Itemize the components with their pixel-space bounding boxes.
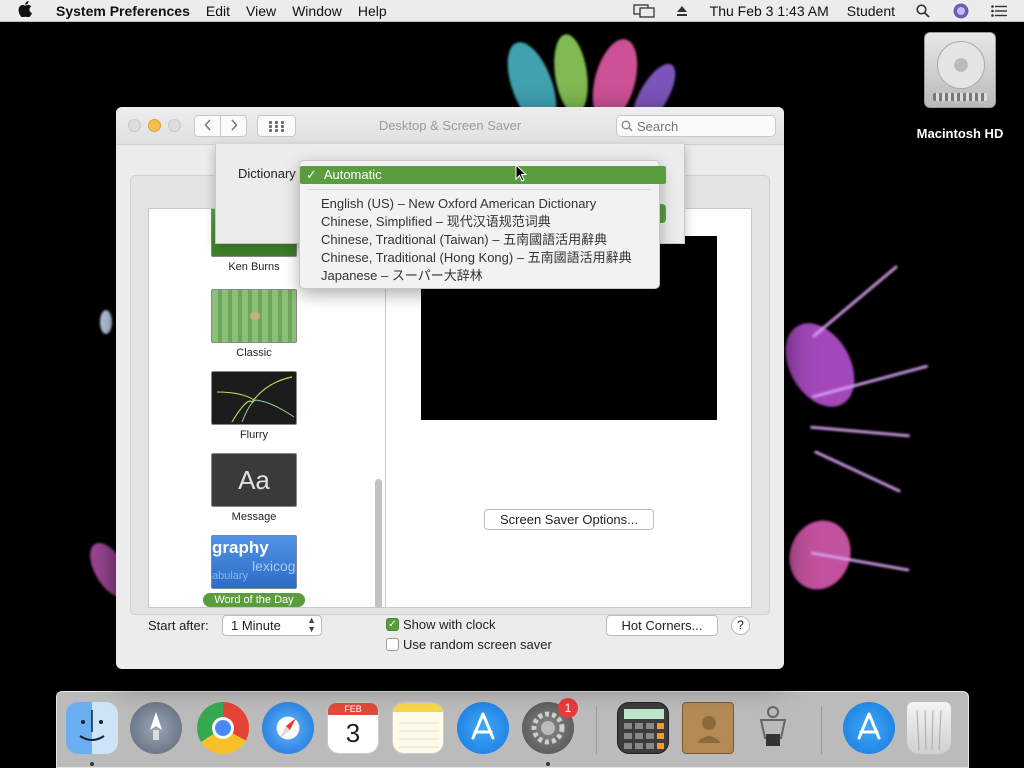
mouse-cursor-icon	[515, 163, 528, 185]
show-with-clock-label: Show with clock	[403, 617, 496, 632]
help-button[interactable]: ?	[731, 616, 750, 635]
classic-thumbnail	[211, 289, 297, 343]
contacts-icon[interactable]	[682, 702, 734, 754]
app-store-icon[interactable]	[457, 702, 509, 754]
screensaver-label: Flurry	[239, 429, 269, 441]
wallpaper-petal	[810, 425, 910, 438]
calculator-icon[interactable]	[617, 702, 669, 754]
system-preferences-icon[interactable]: 1	[522, 698, 578, 754]
macintosh-hd-icon[interactable]: Macintosh HD	[912, 32, 1008, 141]
notification-badge: 1	[558, 698, 578, 718]
running-indicator	[546, 762, 550, 766]
menu-help[interactable]: Help	[350, 3, 395, 19]
wallpaper-petal	[100, 310, 112, 334]
dictionary-label: Dictionary	[238, 166, 296, 181]
menu-window[interactable]: Window	[284, 3, 350, 19]
menu-item-automatic[interactable]: ✓ Automatic	[300, 166, 666, 184]
apple-menu-icon[interactable]	[18, 0, 38, 21]
use-random-label: Use random screen saver	[403, 637, 552, 652]
menu-item-chinese-simplified[interactable]: Chinese, Simplified – 现代汉语规范词典	[321, 213, 551, 231]
screensaver-item-word-of-the-day[interactable]: graphy lexicog abulary Word of the Day	[203, 535, 305, 607]
calendar-icon[interactable]: FEB 3	[327, 702, 379, 754]
screensaver-label: Ken Burns	[228, 261, 280, 273]
window-titlebar[interactable]: Desktop & Screen Saver	[116, 107, 784, 145]
dock-separator	[596, 706, 597, 754]
clock[interactable]: Thu Feb 3 1:43 AM	[701, 3, 838, 19]
screensaver-label: Classic	[236, 347, 272, 359]
dock: FEB 3 1	[56, 691, 969, 768]
safari-icon[interactable]	[262, 702, 314, 754]
stepper-arrows-icon: ▲ ▼	[307, 615, 316, 634]
wotd-thumb-text: lexicog	[252, 558, 296, 574]
bottom-controls: Start after: 1 Minute ▲ ▼ ✓ Show with clo…	[148, 615, 768, 659]
wotd-thumb-text: abulary	[212, 570, 249, 582]
show-with-clock-checkbox[interactable]: ✓	[386, 618, 399, 631]
notes-icon[interactable]	[392, 702, 444, 754]
hot-corners-button[interactable]: Hot Corners...	[606, 615, 718, 636]
list-scrollbar[interactable]	[375, 479, 382, 607]
notification-center-icon[interactable]	[988, 4, 1010, 18]
search-icon	[621, 120, 633, 132]
airplay-display-icon[interactable]	[633, 3, 655, 18]
screensaver-item-message[interactable]: Aa Message	[211, 453, 297, 523]
screen-saver-options-button[interactable]: Screen Saver Options...	[484, 509, 654, 530]
launchpad-icon[interactable]	[130, 702, 182, 754]
spotlight-search-icon[interactable]	[912, 3, 934, 18]
wallpaper-petal	[813, 450, 902, 493]
wotd-thumb-text: graphy	[212, 538, 269, 557]
menu-item-label: Automatic	[323, 167, 382, 182]
screensaver-item-classic[interactable]: Classic	[211, 289, 297, 359]
running-indicator	[90, 762, 94, 766]
hard-drive-icon	[924, 32, 996, 108]
menu-item-chinese-traditional-hk[interactable]: Chinese, Traditional (Hong Kong) – 五南國語活…	[321, 249, 632, 267]
finder-icon[interactable]	[66, 702, 118, 754]
eject-icon[interactable]	[671, 4, 693, 18]
system-information-icon[interactable]	[747, 702, 799, 754]
search-input[interactable]	[637, 118, 757, 134]
siri-icon[interactable]	[950, 3, 972, 18]
menu-separator	[308, 189, 651, 190]
dock-separator	[821, 706, 822, 754]
chrome-icon[interactable]	[197, 702, 249, 754]
start-after-label: Start after:	[148, 618, 209, 633]
screensaver-label: Message	[231, 511, 277, 523]
menu-item-japanese[interactable]: Japanese – スーパー大辞林	[321, 267, 483, 285]
trash-icon[interactable]	[907, 702, 951, 754]
user-menu[interactable]: Student	[838, 3, 904, 19]
message-thumbnail: Aa	[211, 453, 297, 507]
word-of-the-day-thumbnail: graphy lexicog abulary	[211, 535, 297, 589]
screensaver-label-selected: Word of the Day	[203, 593, 305, 607]
menu-item-chinese-traditional-taiwan[interactable]: Chinese, Traditional (Taiwan) – 五南國語活用辭典	[321, 231, 607, 249]
search-field[interactable]	[616, 115, 776, 137]
use-random-checkbox[interactable]	[386, 638, 399, 651]
downloads-app-store-icon[interactable]	[843, 702, 895, 754]
macintosh-hd-label: Macintosh HD	[916, 126, 1004, 141]
menu-view[interactable]: View	[238, 3, 284, 19]
calendar-month: FEB	[328, 703, 378, 715]
menu-edit[interactable]: Edit	[198, 3, 238, 19]
flurry-thumbnail	[211, 371, 297, 425]
app-menu[interactable]: System Preferences	[48, 3, 198, 19]
start-after-value: 1 Minute	[231, 618, 281, 633]
wallpaper-petal	[811, 264, 899, 339]
menu-item-english[interactable]: English (US) – New Oxford American Dicti…	[321, 195, 596, 213]
checkmark-icon: ✓	[306, 167, 317, 182]
start-after-select[interactable]: 1 Minute ▲ ▼	[222, 615, 322, 636]
dictionary-popup-menu: ✓ Automatic English (US) – New Oxford Am…	[299, 160, 666, 289]
screensaver-item-flurry[interactable]: Flurry	[211, 371, 297, 441]
menu-bar: System Preferences Edit View Window Help…	[0, 0, 1024, 22]
calendar-day: 3	[345, 718, 361, 748]
